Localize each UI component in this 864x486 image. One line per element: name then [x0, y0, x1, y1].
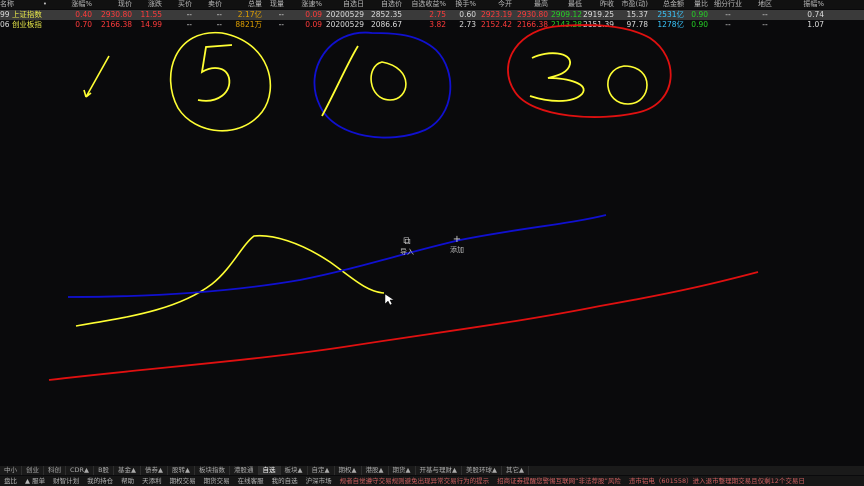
tab-17[interactable]: 美股环球▲ — [462, 466, 503, 475]
tab-2[interactable]: 科创 — [44, 466, 66, 475]
blue-circle-10 — [313, 31, 452, 139]
tab-1[interactable]: 创业 — [22, 466, 44, 475]
status-news[interactable]: 违市铝电（601558）进入退市整理期交易且仅剩12个交易日 — [625, 476, 809, 486]
digit-5-stroke — [197, 44, 233, 102]
yellow-stroke-mark — [83, 55, 110, 98]
status-item[interactable]: 沪深市场 — [302, 476, 336, 486]
digit-0-stroke — [370, 61, 407, 101]
import-label: 导入 — [400, 248, 414, 256]
tab-10[interactable]: 自选 — [258, 466, 281, 475]
import-icon: ⧉ — [403, 236, 411, 247]
tab-14[interactable]: 港股▲ — [362, 466, 389, 475]
tab-4[interactable]: B股 — [94, 466, 115, 475]
tab-7[interactable]: 股转▲ — [168, 466, 196, 475]
tab-13[interactable]: 期权▲ — [335, 466, 362, 475]
yellow-circle-5 — [169, 31, 272, 132]
status-bar: 盘比 ▲ 服单 财智计划 我的持仓 帮助 天添利 期权交易 期货交易 在线客服 我的自选 沪深市场规… — [0, 476, 864, 486]
yellow-curve — [75, 234, 385, 327]
plus-icon: + — [452, 234, 462, 245]
import-tool[interactable]: ⧉ 导入 — [396, 236, 418, 257]
status-item[interactable]: 盘比 — [0, 476, 21, 486]
status-news[interactable]: 招商证券提醒您警惕互联网“非法荐股”风险 — [493, 476, 625, 486]
red-line — [48, 271, 759, 381]
tab-15[interactable]: 期货▲ — [389, 466, 416, 475]
add-tool[interactable]: + 添加 — [446, 234, 468, 255]
tab-8[interactable]: 板块指数 — [195, 466, 231, 475]
tab-12[interactable]: 自定▲ — [308, 466, 335, 475]
tab-5[interactable]: 基金▲ — [114, 466, 142, 475]
status-item[interactable]: 我的自选 — [268, 476, 302, 486]
tab-6[interactable]: 债券▲ — [141, 466, 169, 475]
tab-16[interactable]: 开基与理财▲ — [416, 466, 463, 475]
tab-0[interactable]: 中小 — [0, 466, 22, 475]
status-item[interactable]: ▲ 服单 — [21, 476, 49, 486]
status-item[interactable]: 天添利 — [138, 476, 166, 486]
tab-3[interactable]: CDR▲ — [66, 466, 95, 475]
add-label: 添加 — [450, 246, 464, 254]
digit-1-stroke — [321, 45, 359, 117]
digit-3-stroke — [529, 52, 585, 102]
tab-18[interactable]: 其它▲ — [502, 466, 530, 475]
status-item[interactable]: 我的持仓 — [83, 476, 117, 486]
status-item[interactable]: 期权交易 — [166, 476, 200, 486]
tab-11[interactable]: 板块▲ — [281, 466, 308, 475]
blue-line — [67, 214, 607, 298]
status-item[interactable]: 期货交易 — [200, 476, 234, 486]
red-circle-30 — [507, 24, 672, 118]
market-tabs: 中小 创业 科创 CDR▲ B股 基金▲ 债券▲ 股转▲ 板块指数 港股通 自选 板块▲ 自定▲ 期权▲ 港… — [0, 466, 864, 475]
digit-0b-stroke — [607, 65, 648, 105]
annotation-canvas[interactable] — [0, 0, 864, 486]
status-item[interactable]: 在线客服 — [234, 476, 268, 486]
status-news[interactable]: 规者自觉遵守交易规则避免出现异常交易行为的提示 — [336, 476, 494, 486]
status-item[interactable]: 帮助 — [117, 476, 138, 486]
tab-9[interactable]: 港股通 — [230, 466, 259, 475]
mouse-cursor-icon — [384, 293, 395, 306]
status-item[interactable]: 财智计划 — [49, 476, 83, 486]
